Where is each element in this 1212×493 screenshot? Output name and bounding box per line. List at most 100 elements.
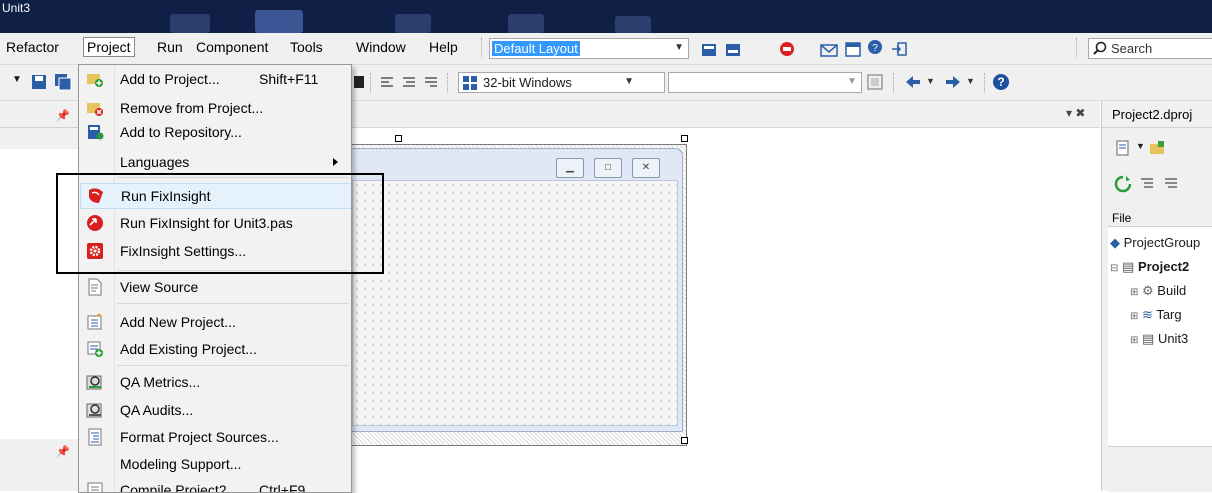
menu-refactor[interactable]: Refactor — [6, 39, 59, 55]
qa-metrics-icon — [86, 375, 102, 390]
menu-item-add-new-project[interactable]: Add New Project... — [80, 310, 350, 334]
project-tab-title[interactable]: Project2.dproj — [1112, 107, 1192, 122]
search-placeholder: Search — [1111, 41, 1153, 56]
menu-item-remove-from-project[interactable]: Remove from Project... — [80, 96, 350, 120]
svg-text:?: ? — [872, 43, 878, 54]
unit-file-icon: ▤ — [1142, 331, 1155, 346]
tree-item-unit[interactable]: ⊞ ▤ Unit3 — [1130, 331, 1188, 347]
delete-desktop-icon[interactable] — [724, 41, 742, 59]
help-icon[interactable]: ? — [992, 73, 1010, 91]
chevron-down-icon[interactable]: ▼ — [12, 74, 22, 85]
forward-arrow-icon[interactable] — [944, 73, 962, 91]
menu-help[interactable]: Help — [429, 39, 458, 55]
chevron-down-icon[interactable]: ▼ — [1136, 141, 1145, 151]
close-icon[interactable]: ✕ — [632, 158, 660, 178]
new-item-icon[interactable] — [1114, 139, 1132, 157]
add-to-repository-icon — [88, 125, 104, 140]
add-file-icon[interactable] — [1148, 139, 1166, 157]
toolbar-separator — [481, 38, 483, 58]
expand-icon: ⊞ — [1130, 287, 1139, 298]
search-input[interactable]: Search — [1088, 38, 1212, 59]
collapse-all-icon[interactable] — [1162, 175, 1180, 193]
tree-item-project[interactable]: ⊟ ▤ Project2 — [1110, 259, 1189, 275]
project-group-icon: ◆ — [1110, 235, 1120, 250]
form-client-area[interactable] — [352, 180, 678, 426]
chevron-down-icon: ▼ — [624, 76, 634, 87]
menu-separator — [117, 303, 349, 304]
chevron-down-icon[interactable]: ▼ — [966, 76, 975, 86]
menu-item-view-source[interactable]: View Source — [80, 275, 350, 299]
debug-desktop-icon[interactable] — [778, 40, 796, 58]
help-balloon-icon[interactable]: ? — [866, 39, 884, 57]
add-existing-project-icon — [87, 341, 103, 357]
add-new-project-icon — [87, 313, 102, 330]
menu-item-qa-audits[interactable]: QA Audits... — [80, 398, 350, 422]
step-over-icon[interactable] — [400, 74, 418, 92]
sync-icon[interactable] — [1114, 175, 1132, 193]
toolbar-separator — [1076, 38, 1078, 58]
menu-bar: Refactor Project Run Component Tools Win… — [0, 33, 1212, 65]
pin-icon[interactable]: 📌 — [56, 445, 70, 458]
target-platforms-icon: ≋ — [1142, 307, 1153, 322]
platform-combo-value: 32-bit Windows — [483, 75, 572, 90]
chevron-down-icon: ▼ — [847, 76, 857, 87]
menu-item-qa-metrics[interactable]: QA Metrics... — [80, 370, 350, 394]
menu-tools[interactable]: Tools — [290, 39, 323, 55]
minimize-icon[interactable]: ▁ — [556, 158, 584, 178]
panel-footer — [1108, 446, 1212, 492]
expand-all-icon[interactable] — [1138, 175, 1156, 193]
menu-item-languages[interactable]: Languages — [80, 150, 350, 174]
maximize-icon[interactable]: □ — [594, 158, 622, 178]
view-source-icon — [88, 278, 102, 296]
collapse-icon: ⊟ — [1110, 263, 1119, 274]
resize-handle[interactable] — [681, 437, 688, 444]
menu-component[interactable]: Component — [196, 39, 268, 55]
menu-item-format-project-sources[interactable]: Format Project Sources... — [80, 425, 350, 449]
stop-icon[interactable] — [354, 76, 364, 88]
toolbar-separator — [984, 73, 986, 93]
platform-combo[interactable]: 32-bit Windows ▼ — [458, 72, 665, 93]
save-icon[interactable] — [30, 73, 48, 91]
menu-project[interactable]: Project — [83, 37, 135, 57]
menu-item-add-to-repository[interactable]: Add to Repository... — [80, 120, 350, 144]
menu-item-add-to-project[interactable]: Add to Project... Shift+F11 — [80, 67, 350, 91]
layout-combo[interactable]: Default Layout ▼ — [489, 38, 689, 59]
panel-divider — [1102, 127, 1212, 128]
menu-run[interactable]: Run — [157, 39, 183, 55]
titlebar-decoration — [395, 14, 431, 33]
menu-item-modeling-support[interactable]: Modeling Support... — [80, 452, 350, 476]
pin-icon[interactable]: 📌 — [56, 109, 70, 122]
gear-icon: ⚙ — [1142, 283, 1154, 298]
tree-item-projectgroup[interactable]: ◆ ProjectGroup — [1110, 235, 1200, 251]
windows-icon — [463, 76, 477, 90]
mail-icon[interactable] — [820, 41, 838, 59]
run-to-cursor-icon[interactable] — [422, 74, 440, 92]
menu-window[interactable]: Window — [356, 39, 406, 55]
save-desktop-icon[interactable] — [700, 41, 718, 59]
tree-item-target[interactable]: ⊞ ≋ Targ — [1130, 307, 1182, 323]
column-header-file[interactable]: File — [1112, 211, 1131, 225]
calendar-icon[interactable] — [844, 40, 862, 58]
chevron-down-icon[interactable]: ▼ — [926, 76, 935, 86]
dock-options-icon[interactable]: ▾ ✖ — [1066, 106, 1085, 120]
device-icon[interactable] — [866, 73, 884, 91]
titlebar-decoration — [255, 10, 303, 33]
resize-handle[interactable] — [681, 135, 688, 142]
import-icon[interactable] — [890, 40, 908, 58]
submenu-arrow-icon — [333, 158, 338, 166]
search-icon — [1093, 41, 1107, 55]
save-all-icon[interactable] — [54, 73, 72, 91]
remove-from-project-icon — [87, 103, 103, 116]
format-sources-icon — [88, 428, 102, 446]
project-menu-dropdown: Add to Project... Shift+F11 Remove from … — [78, 64, 352, 493]
resize-handle[interactable] — [395, 135, 402, 142]
menu-item-add-existing-project[interactable]: Add Existing Project... — [80, 337, 350, 361]
add-to-project-icon — [87, 74, 103, 87]
build-config-combo[interactable]: ▼ — [668, 72, 862, 93]
window-title: Unit3 — [2, 1, 31, 15]
trace-into-icon[interactable] — [378, 74, 396, 92]
back-arrow-icon[interactable] — [904, 73, 922, 91]
compile-icon — [87, 482, 103, 492]
tree-item-build[interactable]: ⊞ ⚙ Build — [1130, 283, 1186, 299]
toolbar-separator — [893, 73, 895, 93]
